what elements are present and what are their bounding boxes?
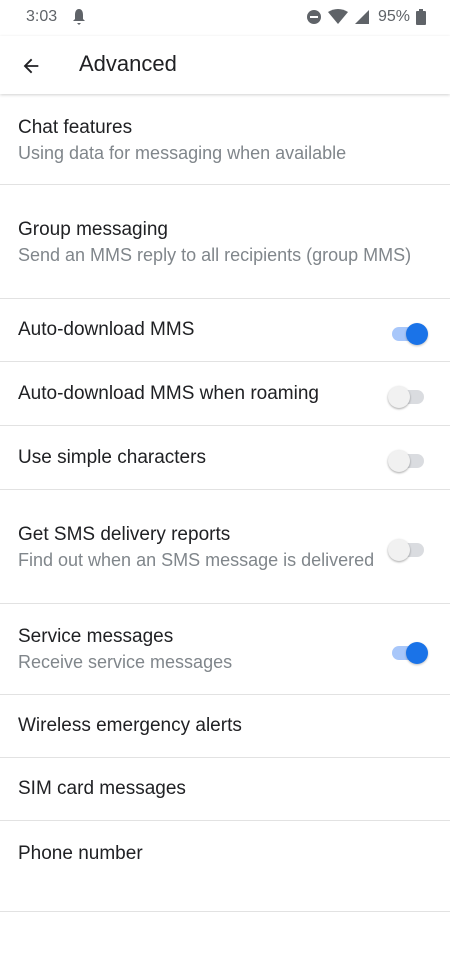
cellular-signal-icon xyxy=(354,9,370,25)
setting-wireless-emergency-alerts[interactable]: Wireless emergency alerts xyxy=(0,695,450,758)
sms-delivery-reports-toggle[interactable] xyxy=(388,537,426,561)
status-bar: 3:03 95% xyxy=(0,0,450,36)
setting-title: Get SMS delivery reports xyxy=(18,523,231,545)
do-not-disturb-icon xyxy=(306,9,322,25)
toggle-thumb xyxy=(406,642,428,664)
setting-subtitle: Receive service messages xyxy=(18,652,233,672)
setting-title: Wireless emergency alerts xyxy=(18,715,242,736)
notification-icon xyxy=(72,8,86,26)
toggle-thumb xyxy=(388,450,410,472)
setting-group-messaging[interactable]: Group messaging Send an MMS reply to all… xyxy=(0,185,450,299)
status-icons: 95% xyxy=(306,8,426,26)
setting-title: SIM card messages xyxy=(18,778,186,799)
back-button[interactable] xyxy=(14,49,48,83)
status-time: 3:03 xyxy=(26,8,58,25)
setting-chat-features[interactable]: Chat features Using data for messaging w… xyxy=(0,95,450,185)
setting-title: Chat features xyxy=(18,116,133,138)
wifi-icon xyxy=(327,9,348,25)
setting-title: Phone number xyxy=(18,843,143,864)
setting-title: Use simple characters xyxy=(18,446,206,468)
setting-sim-card-messages[interactable]: SIM card messages xyxy=(0,758,450,821)
setting-title: Service messages xyxy=(18,626,174,647)
setting-sms-delivery-reports[interactable]: Get SMS delivery reports Find out when a… xyxy=(0,490,450,604)
toggle-thumb xyxy=(388,386,410,408)
setting-auto-download-mms[interactable]: Auto-download MMS xyxy=(0,299,450,362)
toggle-thumb xyxy=(406,323,428,345)
page-title: Advanced xyxy=(79,51,177,76)
battery-icon xyxy=(416,9,426,25)
setting-title: Auto-download MMS xyxy=(18,319,195,340)
settings-list: Chat features Using data for messaging w… xyxy=(0,95,450,912)
battery-percent: 95% xyxy=(377,8,410,25)
setting-subtitle: Find out when an SMS message is delivere… xyxy=(18,549,375,570)
setting-use-simple-characters[interactable]: Use simple characters xyxy=(0,426,450,490)
setting-subtitle: Send an MMS reply to all recipients (gro… xyxy=(18,244,412,265)
simple-characters-toggle[interactable] xyxy=(388,448,426,472)
auto-download-roaming-toggle[interactable] xyxy=(388,384,426,408)
setting-phone-number[interactable]: Phone number xyxy=(0,821,450,912)
auto-download-mms-toggle[interactable] xyxy=(390,321,428,345)
setting-subtitle: Using data for messaging when available xyxy=(18,142,347,163)
setting-title: Group messaging xyxy=(18,218,168,240)
setting-service-messages[interactable]: Service messages Receive service message… xyxy=(0,604,450,695)
setting-auto-download-mms-roaming[interactable]: Auto-download MMS when roaming xyxy=(0,362,450,426)
setting-title: Auto-download MMS when roaming xyxy=(18,382,319,404)
toggle-thumb xyxy=(388,539,410,561)
service-messages-toggle[interactable] xyxy=(390,640,428,664)
app-bar: Advanced xyxy=(0,36,450,94)
arrow-back-icon xyxy=(23,58,39,74)
